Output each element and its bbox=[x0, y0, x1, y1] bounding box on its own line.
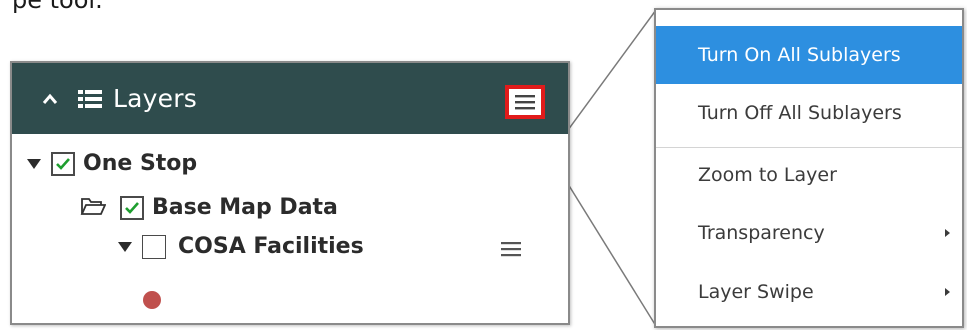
layers-panel-header[interactable]: Layers bbox=[12, 63, 568, 134]
menu-item-label: Layer Swipe bbox=[698, 281, 814, 303]
layer-checkbox[interactable] bbox=[51, 151, 75, 176]
layers-panel: Layers bbox=[10, 61, 570, 325]
menu-item-turn-on-all-sublayers[interactable]: Turn On All Sublayers bbox=[656, 26, 962, 84]
layer-list-icon bbox=[77, 88, 103, 110]
hamburger-icon bbox=[501, 242, 521, 257]
menu-item-label: Turn Off All Sublayers bbox=[698, 102, 902, 124]
layer-label: Base Map Data bbox=[152, 195, 338, 220]
caret-down-icon[interactable] bbox=[118, 241, 132, 252]
layer-label: One Stop bbox=[83, 151, 198, 176]
menu-item-layer-swipe[interactable]: Layer Swipe bbox=[656, 263, 962, 321]
menu-item-label: Turn On All Sublayers bbox=[698, 44, 901, 66]
submenu-arrow-icon bbox=[945, 288, 950, 296]
chevron-up-icon[interactable] bbox=[39, 88, 61, 110]
menu-item-zoom-to-layer[interactable]: Zoom to Layer bbox=[656, 146, 962, 204]
layer-item-base-map-data[interactable]: Base Map Data bbox=[80, 195, 338, 220]
menu-item-transparency[interactable]: Transparency bbox=[656, 204, 962, 262]
checkmark-icon bbox=[125, 201, 139, 214]
menu-item-turn-off-all-sublayers[interactable]: Turn Off All Sublayers bbox=[656, 84, 962, 142]
caret-down-icon[interactable] bbox=[27, 158, 41, 169]
layer-checkbox[interactable] bbox=[120, 195, 144, 220]
panel-title: Layers bbox=[113, 84, 197, 113]
layer-label: COSA Facilities bbox=[178, 234, 364, 259]
layer-options-menu-button[interactable] bbox=[496, 236, 526, 262]
menu-item-label: Transparency bbox=[698, 222, 825, 244]
layer-item-cosa-facilities[interactable]: COSA Facilities bbox=[118, 234, 364, 259]
layer-item-one-stop[interactable]: One Stop bbox=[27, 151, 197, 176]
layer-checkbox[interactable] bbox=[142, 234, 166, 259]
hamburger-icon bbox=[515, 95, 535, 110]
folder-open-icon[interactable] bbox=[80, 196, 107, 220]
checkmark-icon bbox=[56, 157, 70, 170]
layer-context-menu: Turn On All Sublayers Turn Off All Subla… bbox=[654, 8, 964, 328]
layer-options-menu-button[interactable] bbox=[505, 85, 545, 119]
submenu-arrow-icon bbox=[945, 229, 950, 237]
menu-item-label: Zoom to Layer bbox=[698, 164, 837, 186]
legend-symbol-point bbox=[143, 291, 161, 309]
